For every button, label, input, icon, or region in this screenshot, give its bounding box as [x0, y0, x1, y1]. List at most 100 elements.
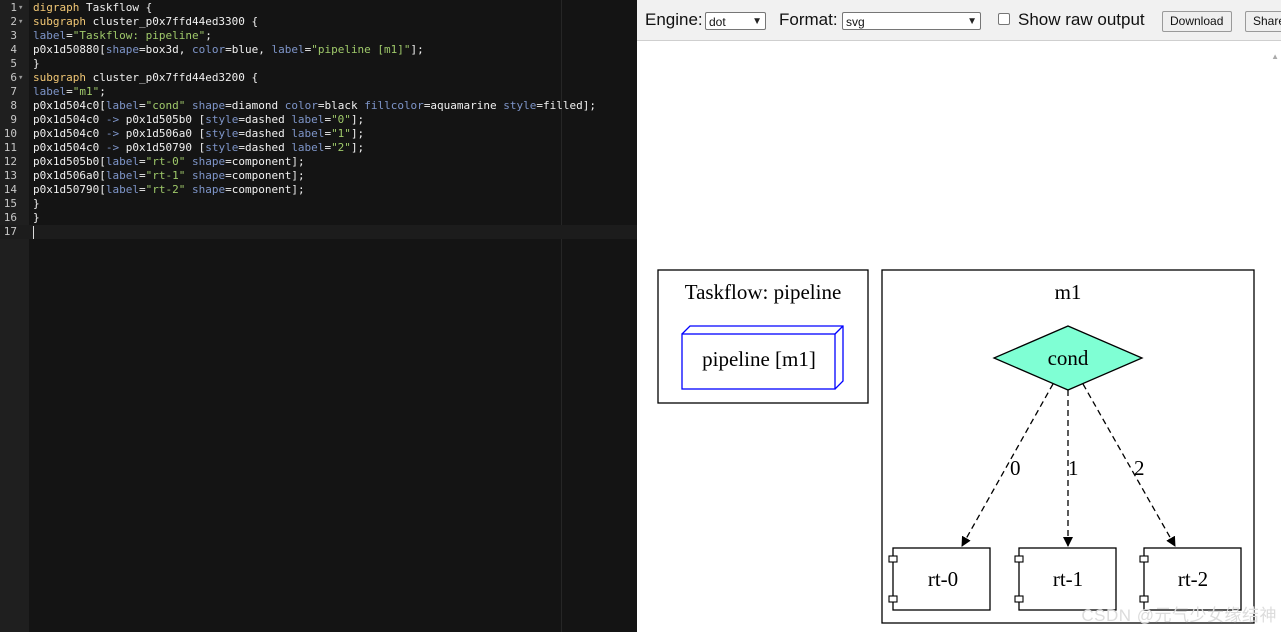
- code-line[interactable]: 12 p0x1d505b0[label="rt-0" shape=componen…: [0, 155, 637, 169]
- node-pipeline-label: pipeline [m1]: [702, 347, 816, 371]
- code-token: label: [105, 169, 139, 182]
- code-line[interactable]: 11 p0x1d504c0 -> p0x1d50790 [style=dashed…: [0, 141, 637, 155]
- code-token: cluster_p0x7ffd44ed3300 {: [85, 15, 259, 28]
- edge-label-0: 0: [1010, 456, 1021, 480]
- code-line[interactable]: 15}: [0, 197, 637, 211]
- code-token: style: [205, 127, 239, 140]
- code-token: ->: [105, 141, 120, 154]
- code-token: label: [33, 85, 67, 98]
- code-token: =: [138, 155, 146, 168]
- code-text: }: [33, 211, 40, 225]
- line-number: 2: [10, 15, 17, 28]
- code-token: "rt-2": [145, 183, 186, 196]
- code-token: p0x1d50790 [: [119, 141, 206, 154]
- code-token: label: [105, 183, 139, 196]
- code-token: shape: [105, 43, 139, 56]
- code-token: =dashed: [238, 141, 292, 154]
- code-text: p0x1d505b0[label="rt-0" shape=component]…: [33, 155, 305, 169]
- line-number: 6: [10, 71, 17, 84]
- code-token: shape: [191, 183, 226, 196]
- code-token: style: [205, 141, 239, 154]
- code-token: ];: [350, 141, 365, 154]
- code-token: ];: [350, 127, 365, 140]
- code-token: ->: [105, 113, 120, 126]
- graph-output: Taskflow: pipeline pipeline [m1] m1 cond…: [657, 269, 1255, 624]
- code-token: ;: [99, 85, 106, 98]
- code-token: =filled];: [536, 99, 597, 112]
- code-line[interactable]: 6 ▾ subgraph cluster_p0x7ffd44ed3200 {: [0, 71, 637, 85]
- line-number: 4: [10, 43, 17, 56]
- code-text: label="m1";: [33, 85, 106, 99]
- code-token: label: [291, 127, 325, 140]
- code-token: p0x1d505b0 [: [119, 113, 206, 126]
- code-text: p0x1d506a0[label="rt-1" shape=component]…: [33, 169, 305, 183]
- code-token: label: [271, 43, 305, 56]
- code-text: p0x1d504c0[label="cond" shape=diamond co…: [33, 99, 596, 113]
- line-number: 11: [3, 141, 17, 154]
- code-token: =: [66, 85, 73, 98]
- node-cond: cond: [992, 325, 1144, 391]
- edge-label-2: 2: [1134, 456, 1145, 480]
- code-token: label: [291, 113, 325, 126]
- code-line[interactable]: 8 p0x1d504c0[label="cond" shape=diamond c…: [0, 99, 637, 113]
- code-token: color: [191, 43, 226, 56]
- code-token: =aquamarine: [423, 99, 504, 112]
- line-number: 13: [3, 169, 17, 182]
- code-line[interactable]: 17: [0, 225, 637, 239]
- code-token: "rt-1": [145, 169, 186, 182]
- code-line[interactable]: 13 p0x1d506a0[label="rt-1" shape=componen…: [0, 169, 637, 183]
- code-token: shape: [191, 169, 226, 182]
- code-line[interactable]: 10 p0x1d504c0 -> p0x1d506a0 [style=dashed…: [0, 127, 637, 141]
- code-token: p0x1d50880[: [33, 43, 106, 56]
- code-text: p0x1d504c0 -> p0x1d50790 [style=dashed l…: [33, 141, 364, 155]
- code-line[interactable]: 4 p0x1d50880[shape=box3d, color=blue, lab…: [0, 43, 637, 57]
- code-line[interactable]: 9 p0x1d504c0 -> p0x1d505b0 [style=dashed …: [0, 113, 637, 127]
- code-text: }: [33, 57, 40, 71]
- code-token: shape: [191, 155, 226, 168]
- cluster-label-m1: m1: [1055, 280, 1082, 304]
- code-token: =diamond: [225, 99, 285, 112]
- code-token: "1": [331, 127, 351, 140]
- code-text: }: [33, 197, 40, 211]
- fold-toggle-icon[interactable]: ▾: [18, 15, 27, 29]
- edge-label-1: 1: [1068, 456, 1079, 480]
- code-line[interactable]: 7 label="m1";: [0, 85, 637, 99]
- code-line[interactable]: 2 ▾ subgraph cluster_p0x7ffd44ed3300 {: [0, 15, 637, 29]
- code-text: subgraph cluster_p0x7ffd44ed3200 {: [33, 71, 258, 85]
- code-text: subgraph cluster_p0x7ffd44ed3300 {: [33, 15, 258, 29]
- node-rt2-label: rt-2: [1178, 567, 1208, 591]
- line-number: 17: [3, 225, 17, 238]
- code-token: label: [291, 141, 325, 154]
- code-token: =box3d,: [138, 43, 192, 56]
- fold-toggle-icon[interactable]: ▾: [18, 1, 27, 15]
- code-token: color: [284, 99, 318, 112]
- code-line[interactable]: 5}: [0, 57, 637, 71]
- code-token: subgraph: [33, 15, 86, 28]
- watermark: CSDN @元气少女缘结神: [1081, 606, 1277, 625]
- line-number: 14: [3, 183, 17, 196]
- code-token: p0x1d504c0: [33, 141, 106, 154]
- code-token: "Taskflow: pipeline": [72, 29, 206, 42]
- code-line[interactable]: 1 ▾ digraph Taskflow {: [0, 1, 637, 15]
- code-line[interactable]: 14 p0x1d50790[label="rt-2" shape=componen…: [0, 183, 637, 197]
- code-token: }: [33, 57, 40, 70]
- code-token: p0x1d504c0[: [33, 99, 106, 112]
- line-number: 7: [10, 85, 17, 98]
- line-number: 1: [10, 1, 17, 14]
- code-token: p0x1d50790[: [33, 183, 106, 196]
- code-token: =black: [317, 99, 365, 112]
- line-number: 3: [10, 29, 17, 42]
- code-token: cluster_p0x7ffd44ed3200 {: [85, 71, 259, 84]
- edge-cond-rt0: [961, 383, 1054, 547]
- code-token: =blue,: [225, 43, 272, 56]
- code-line[interactable]: 3 label="Taskflow: pipeline";: [0, 29, 637, 43]
- fold-toggle-icon[interactable]: ▾: [18, 71, 27, 85]
- code-line[interactable]: 16}: [0, 211, 637, 225]
- line-number: 12: [3, 155, 17, 168]
- code-token: "m1": [72, 85, 100, 98]
- code-token: =: [66, 29, 73, 42]
- code-token: p0x1d504c0: [33, 127, 106, 140]
- code-editor[interactable]: 1 ▾ digraph Taskflow {2 ▾ subgraph cluster_p…: [0, 0, 637, 632]
